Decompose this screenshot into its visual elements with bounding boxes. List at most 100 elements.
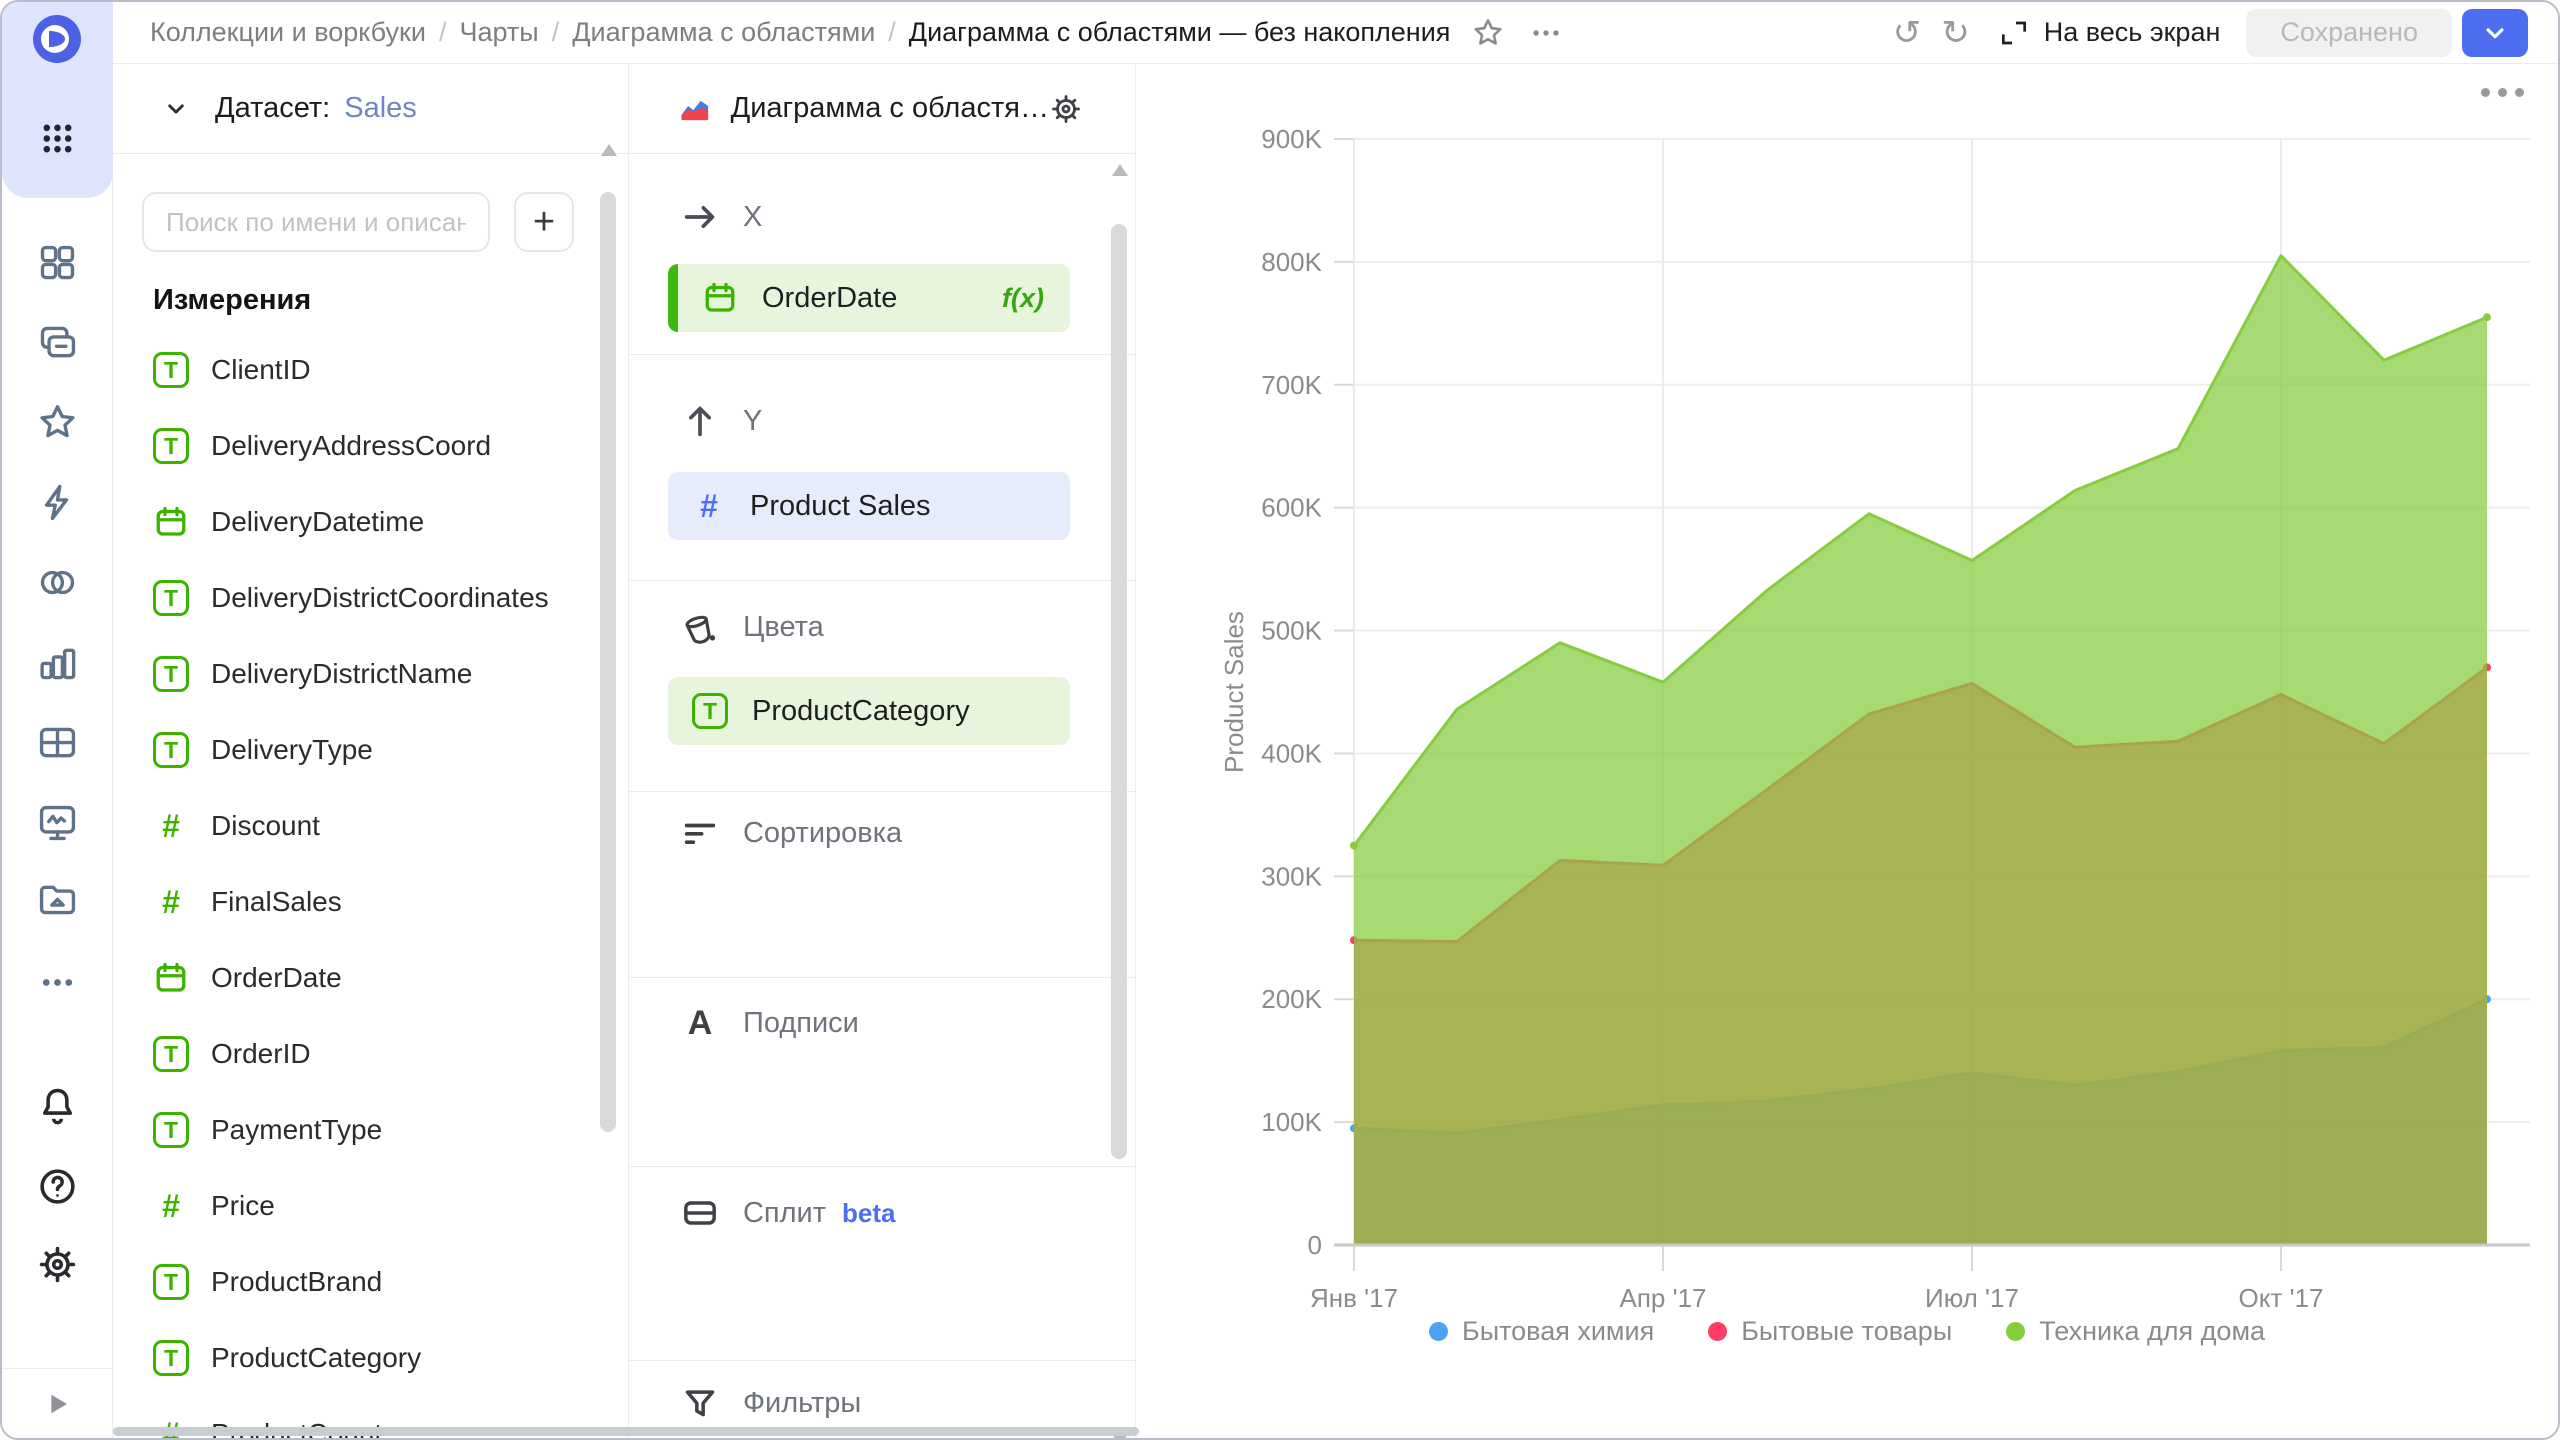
config-scrollbar[interactable] [1109, 184, 1131, 1426]
field-row[interactable]: #Price [153, 1168, 568, 1244]
field-row[interactable]: # FinalSales [153, 864, 568, 940]
field-row[interactable]: T ProductCategory [153, 1320, 568, 1396]
charts-icon[interactable] [35, 640, 80, 685]
notifications-bell-icon[interactable] [35, 1084, 80, 1129]
fullscreen-button[interactable]: На весь экран [1998, 17, 2221, 49]
text-type-icon: T [153, 1264, 189, 1300]
svg-text:Апр '17: Апр '17 [1620, 1283, 1707, 1313]
split-section-label: Сплит [743, 1197, 826, 1230]
breadcrumb-separator: / [552, 17, 560, 48]
chart-config-panel: Диаграмма с областя… X OrderDate f(x) [629, 64, 1136, 1438]
sort-section-label: Сортировка [743, 817, 902, 850]
field-name: DeliveryAddressCoord [211, 430, 491, 462]
save-dropdown-button[interactable] [2462, 9, 2528, 57]
text-type-icon: T [153, 732, 189, 768]
text-type-icon: T [153, 1112, 189, 1148]
breadcrumb-link[interactable]: Диаграмма с областями [572, 17, 875, 48]
field-name: DeliveryDistrictName [211, 658, 472, 690]
svg-text:Янв '17: Янв '17 [1310, 1283, 1398, 1313]
help-icon[interactable] [35, 1164, 80, 1209]
favorite-star-icon[interactable] [1468, 13, 1508, 53]
field-row[interactable]: TOrderID [153, 1016, 568, 1092]
svg-text:Окт '17: Окт '17 [2239, 1283, 2324, 1313]
field-name: FinalSales [211, 886, 342, 918]
storage-folder-icon[interactable] [35, 876, 80, 921]
functions-bolt-icon[interactable] [35, 480, 80, 525]
settings-gear-icon[interactable] [35, 1242, 80, 1287]
chart-type-title[interactable]: Диаграмма с областя… [731, 92, 1049, 125]
field-row[interactable]: TProductBrand [153, 1244, 568, 1320]
workbooks-icon[interactable] [35, 320, 80, 365]
text-type-icon: T [153, 656, 189, 692]
paint-bucket-icon [679, 606, 721, 648]
text-type-icon: T [153, 1340, 189, 1376]
number-type-icon: # [153, 1188, 189, 1225]
svg-text:700K: 700K [1261, 370, 1322, 400]
field-row[interactable]: TDeliveryDistrictCoordinates [153, 560, 568, 636]
datasets-table-icon[interactable] [35, 720, 80, 765]
y-field-name: Product Sales [750, 490, 931, 523]
field-row[interactable]: T DeliveryDistrictName [153, 636, 568, 712]
area-chart-icon [677, 86, 713, 132]
field-name: DeliveryType [211, 734, 373, 766]
x-field-pill[interactable]: OrderDate f(x) [668, 264, 1070, 332]
legend-item[interactable]: Бытовые товары [1708, 1316, 1952, 1347]
breadcrumb-link[interactable]: Коллекции и воркбуки [150, 17, 426, 48]
fields-list: TClientIDTDeliveryAddressCoordDeliveryDa… [153, 332, 568, 1440]
add-field-button[interactable]: + [514, 192, 574, 252]
field-name: ProductCategory [211, 1342, 421, 1374]
chart-legend: Бытовая химия Бытовые товары Техника для д… [1136, 1316, 2558, 1347]
datalens-logo-icon[interactable] [33, 15, 81, 63]
svg-text:500K: 500K [1261, 616, 1322, 646]
section-x: X [679, 196, 762, 238]
collections-icon[interactable] [35, 240, 80, 285]
fullscreen-label: На весь экран [2044, 17, 2221, 48]
dataset-header[interactable]: Датасет: Sales [113, 64, 628, 154]
field-name: PaymentType [211, 1114, 382, 1146]
legend-item[interactable]: Бытовая химия [1429, 1316, 1654, 1347]
section-filters: Фильтры [679, 1382, 861, 1424]
area-chart[interactable]: Янв '17Апр '17Июл '17Окт '170100K200K300… [1136, 64, 2558, 1440]
undo-icon[interactable]: ↺ [1893, 16, 1922, 50]
y-field-pill[interactable]: # Product Sales [668, 472, 1070, 540]
sort-lines-icon [679, 812, 721, 854]
favorites-star-icon[interactable] [35, 400, 80, 445]
more-ellipsis-icon[interactable] [35, 960, 80, 1005]
field-row[interactable]: T PaymentType [153, 1092, 568, 1168]
text-type-icon: T [153, 580, 189, 616]
apps-grid-icon[interactable] [35, 116, 80, 161]
chart-more-ellipsis-icon[interactable] [2481, 88, 2524, 97]
formula-fx-icon[interactable]: f(x) [1002, 283, 1044, 314]
chart-panel: Янв '17Апр '17Июл '17Окт '170100K200K300… [1136, 64, 2558, 1438]
colors-field-pill[interactable]: T ProductCategory [668, 677, 1070, 745]
chart-settings-gear-icon[interactable] [1049, 87, 1083, 131]
field-row[interactable]: T DeliveryType [153, 712, 568, 788]
breadcrumb-link[interactable]: Чарты [459, 17, 538, 48]
text-type-icon: T [153, 1036, 189, 1072]
field-row[interactable]: DeliveryDatetime [153, 484, 568, 560]
play-triangle-icon [40, 1387, 74, 1421]
field-row[interactable]: TDeliveryAddressCoord [153, 408, 568, 484]
horizontal-scrollbar[interactable] [113, 1427, 1139, 1436]
section-split: Сплит beta [679, 1192, 896, 1234]
dataset-name-link[interactable]: Sales [344, 92, 417, 125]
config-header: Диаграмма с областя… [629, 64, 1135, 154]
svg-text:800K: 800K [1261, 247, 1322, 277]
field-search-input[interactable] [142, 192, 490, 252]
saved-button[interactable]: Сохранено [2246, 9, 2452, 57]
redo-icon[interactable]: ↻ [1941, 16, 1970, 50]
field-row[interactable]: OrderDate [153, 940, 568, 1016]
dataset-scrollbar[interactable] [598, 164, 620, 1426]
field-row[interactable]: #Discount [153, 788, 568, 864]
number-type-icon: # [153, 884, 189, 921]
field-row[interactable]: TClientID [153, 332, 568, 408]
labels-a-icon: A [679, 1002, 721, 1044]
legend-item[interactable]: Техника для дома [2006, 1316, 2265, 1347]
calendar-icon [702, 280, 738, 316]
connections-icon[interactable] [35, 560, 80, 605]
split-rows-icon [679, 1192, 721, 1234]
breadcrumb-more-ellipsis-icon[interactable] [1526, 13, 1566, 53]
dashboards-monitor-icon[interactable] [35, 800, 80, 845]
arrow-right-icon [679, 196, 721, 238]
expand-rail-button[interactable] [2, 1368, 112, 1438]
